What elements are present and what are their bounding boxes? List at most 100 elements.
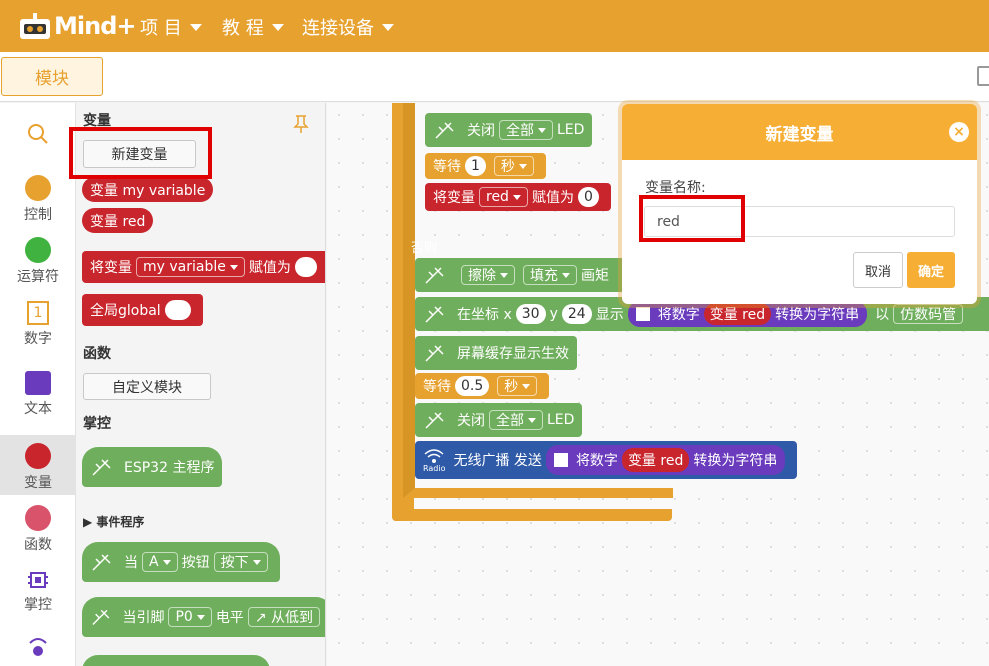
block-variable-red[interactable]: 变量 red [82,208,154,233]
save-icon[interactable] [977,66,989,86]
font-dropdown[interactable]: 仿数码管 [893,304,964,324]
category-control-label: 控制 [24,207,52,223]
block-when-button[interactable]: 当 A 按钮 按下 [82,542,280,582]
fill-dropdown[interactable]: 填充 [523,265,577,285]
category-function[interactable]: 函数 [0,505,76,554]
chevron-down-icon [189,23,202,31]
var-red-reporter[interactable]: 变量 red [621,448,690,472]
category-operators-label: 运算符 [17,269,59,285]
variable-name-label: 变量名称: [645,180,706,196]
show-label: 显示 [595,307,624,323]
pin-dropdown[interactable]: P0 [168,607,212,627]
block-variable-my-variable[interactable]: 变量 my variable [82,177,214,202]
set-var-value-slot[interactable] [294,257,317,277]
pin-icon[interactable] [293,114,309,134]
set-var-dropdown[interactable]: my variable [136,257,245,277]
block-erase-fill[interactable]: 擦除 填充 画矩 [415,258,625,292]
wait-value[interactable]: 1 [465,156,486,176]
set-var-name: my variable [143,259,226,275]
block-led-off-2[interactable]: 关闭 全部 LED [415,403,583,437]
block-num-to-string[interactable]: 将数字 变量 red 转换为字符串 [627,301,868,327]
num-to-str-prefix: 将数字 [575,453,618,469]
when-prefix: 当 [124,555,138,571]
section-controller-title: 掌控 [83,416,111,432]
robot-logo-icon [20,13,50,39]
block-when-pin[interactable]: 当引脚 P0 电平 ↗ 从低到 [82,597,325,637]
pin-value: P0 [175,609,193,625]
global-value-slot[interactable] [164,300,191,320]
block-wait-05[interactable]: 等待 0.5 秒 [415,373,550,399]
category-radio[interactable] [0,635,76,661]
num-to-str-prefix: 将数字 [657,307,700,323]
category-text[interactable]: 文本 [0,371,76,418]
block-num-to-string-2[interactable]: 将数字 变量 red 转换为字符串 [545,445,786,475]
buffer-show-label: 屏幕缓存显示生效 [457,346,569,362]
magic-wand-icon [435,122,454,139]
section-event-title[interactable]: ▶ 事件程序 [83,513,144,530]
magic-wand-icon [425,306,444,323]
chevron-down-icon [518,163,527,169]
sec-dropdown[interactable]: 秒 [497,376,538,396]
control-dot-icon [25,175,51,201]
block-led-off-1[interactable]: 关闭 全部 LED [425,113,593,147]
led-label: LED [557,122,585,138]
tab-module[interactable]: 模块 [1,57,103,96]
x-value[interactable]: 30 [515,304,546,324]
chevron-down-icon [271,23,284,31]
all-value: 全部 [496,413,524,429]
category-variable[interactable]: 变量 [0,435,76,495]
block-esp32-main[interactable]: ESP32 主程序 [82,447,223,487]
category-controller[interactable]: 掌控 [0,569,76,614]
when-button-dropdown[interactable]: A [142,552,178,572]
set-var-value[interactable]: 0 [577,187,599,207]
text-icon [553,453,568,467]
number-icon: 1 [27,301,49,325]
block-radio-send[interactable]: Radio 无线广播 发送 将数字 变量 red 转换为字符串 [415,441,798,479]
category-search[interactable] [0,123,76,145]
confirm-button[interactable]: 确定 [907,252,955,288]
category-variable-label: 变量 [24,475,52,491]
y-value[interactable]: 24 [561,304,592,324]
erase-value: 擦除 [468,268,496,284]
block-set-red[interactable]: 将变量 red 赋值为 0 [425,183,611,211]
set-var-dropdown[interactable]: red [479,187,528,207]
all-value: 全部 [506,123,534,139]
magic-wand-icon [92,554,111,571]
category-controller-label: 掌控 [24,597,52,613]
sec-value: 秒 [504,379,519,395]
menu-connect-device[interactable]: 连接设备 [302,14,394,40]
off-label: 关闭 [467,123,495,139]
block-wait-1[interactable]: 等待 1 秒 [425,153,546,179]
search-icon [28,124,48,144]
block-global[interactable]: 全局global [82,294,203,326]
menu-project-label: 项 目 [140,18,182,39]
custom-block-button[interactable]: 自定义模块 [83,373,211,400]
all-dropdown[interactable]: 全部 [489,410,543,430]
wait-value[interactable]: 0.5 [455,376,490,396]
dialog-header: 新建变量 [622,104,977,160]
all-dropdown[interactable]: 全部 [499,120,553,140]
pin-edge-dropdown[interactable]: ↗ 从低到 [247,607,320,627]
block-set-variable[interactable]: 将变量 my variable 赋值为 [82,251,325,283]
menu-tutorial[interactable]: 教 程 [222,14,284,40]
block-partial-green[interactable] [82,655,270,666]
category-text-label: 文本 [24,401,52,417]
chevron-down-icon [522,383,531,389]
variable-dot-icon [25,443,51,469]
category-number[interactable]: 1 数字 [0,301,76,348]
category-operators[interactable]: 运算符 [0,237,76,286]
block-buffer-show[interactable]: 屏幕缓存显示生效 [415,336,577,370]
wait-label: 等待 [423,379,451,395]
var-red-reporter[interactable]: 变量 red [703,303,772,325]
category-function-label: 函数 [24,537,52,553]
erase-dropdown[interactable]: 擦除 [461,265,515,285]
category-control[interactable]: 控制 [0,175,76,224]
cancel-button[interactable]: 取消 [853,252,903,288]
chip-icon [28,572,48,588]
menu-project[interactable]: 项 目 [140,14,202,40]
close-icon[interactable]: × [949,122,969,142]
sec-dropdown[interactable]: 秒 [493,156,534,176]
pin-prefix: 当引脚 [122,610,165,626]
chevron-down-icon [500,272,508,278]
when-press-dropdown[interactable]: 按下 [213,552,268,572]
